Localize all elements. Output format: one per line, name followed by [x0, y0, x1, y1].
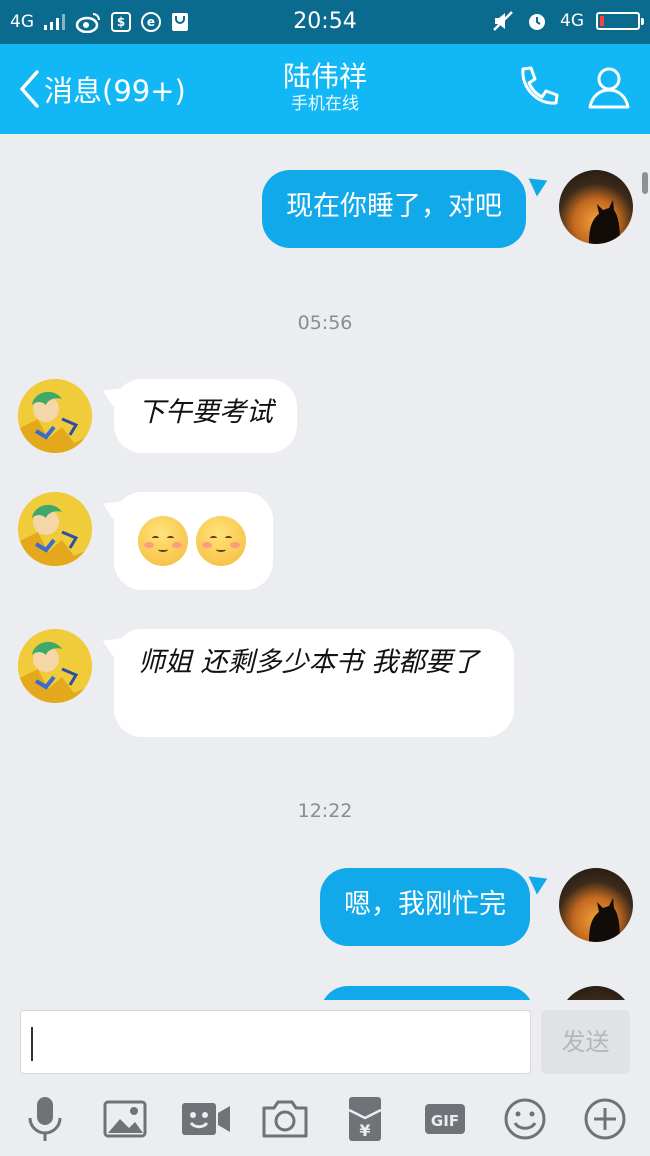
profile-button[interactable]: [585, 64, 633, 112]
gif-label: GIF: [431, 1112, 459, 1130]
battery-icon: [596, 12, 644, 30]
red-packet-button[interactable]: ¥: [340, 1094, 390, 1144]
bubble-tail: [528, 171, 552, 197]
input-toolbar: ¥ GIF: [0, 1094, 650, 1144]
chat-area[interactable]: 现在你睡了，对吧 05:56 下午要考试 师姐 还剩多少本书 我都要了 12:2…: [0, 134, 650, 1000]
anime-avatar-image: [18, 492, 92, 566]
emoji-message-bubble[interactable]: [114, 492, 273, 590]
bubble-tail: [528, 869, 552, 895]
shy-smile-emoji: [138, 516, 188, 566]
cat-silhouette-image: [589, 200, 620, 244]
message-text: 现在你睡了，对吧: [286, 191, 502, 222]
message-bubble-out[interactable]: 嗯，我刚忙完: [320, 868, 530, 946]
image-icon: [103, 1100, 147, 1138]
message-bubble-out[interactable]: 现在你睡了，对吧: [262, 170, 526, 248]
red-packet-icon: ¥: [348, 1097, 382, 1141]
network-type-right: 4G: [560, 11, 584, 31]
message-bubble-in[interactable]: 下午要考试: [114, 379, 297, 453]
my-avatar[interactable]: [559, 170, 633, 244]
message-input[interactable]: [20, 1010, 531, 1074]
video-call-button[interactable]: [180, 1094, 232, 1144]
microphone-icon: [28, 1097, 62, 1141]
anime-avatar-image: [18, 379, 92, 453]
message-bubble-out-partial[interactable]: [320, 986, 534, 1000]
timestamp: 05:56: [297, 312, 353, 334]
video-call-icon: [182, 1103, 230, 1135]
message-text: 下午要考试: [138, 397, 273, 428]
person-icon: [588, 67, 630, 109]
yuan-symbol: ¥: [359, 1121, 370, 1140]
cat-silhouette-image: [589, 898, 620, 942]
send-button[interactable]: 发送: [541, 1010, 630, 1074]
friend-avatar[interactable]: [18, 492, 92, 566]
status-bar: 4G $ e 20:54 4G: [0, 0, 650, 44]
plus-icon: [584, 1098, 626, 1140]
gif-icon: GIF: [425, 1104, 465, 1134]
timestamp: 12:22: [297, 800, 353, 822]
message-text: 嗯，我刚忙完: [344, 889, 506, 920]
camera-button[interactable]: [260, 1094, 310, 1144]
more-button[interactable]: [580, 1094, 630, 1144]
anime-avatar-image: [18, 629, 92, 703]
message-bubble-in[interactable]: 师姐 还剩多少本书 我都要了: [114, 629, 514, 737]
phone-icon: [521, 66, 559, 105]
gif-button[interactable]: GIF: [420, 1094, 470, 1144]
friend-avatar[interactable]: [18, 629, 92, 703]
friend-avatar[interactable]: [18, 379, 92, 453]
emoji-button[interactable]: [500, 1094, 550, 1144]
input-bar: 发送 ¥ GIF: [0, 1000, 650, 1156]
shy-smile-emoji: [196, 516, 246, 566]
camera-icon: [262, 1100, 308, 1138]
chat-header: 消息(99+) 陆伟祥 手机在线: [0, 44, 650, 134]
emoji-icon: [504, 1098, 546, 1140]
alarm-icon: [529, 14, 545, 30]
my-avatar[interactable]: [559, 986, 633, 1000]
image-button[interactable]: [100, 1094, 150, 1144]
voice-button[interactable]: [20, 1094, 70, 1144]
message-text: 师姐 还剩多少本书 我都要了: [138, 647, 480, 678]
scrollbar[interactable]: [642, 172, 648, 194]
call-button[interactable]: [513, 64, 561, 112]
status-right: 4G: [492, 6, 644, 36]
mute-icon: [493, 11, 513, 31]
text-caret: [31, 1027, 33, 1061]
my-avatar[interactable]: [559, 868, 633, 942]
